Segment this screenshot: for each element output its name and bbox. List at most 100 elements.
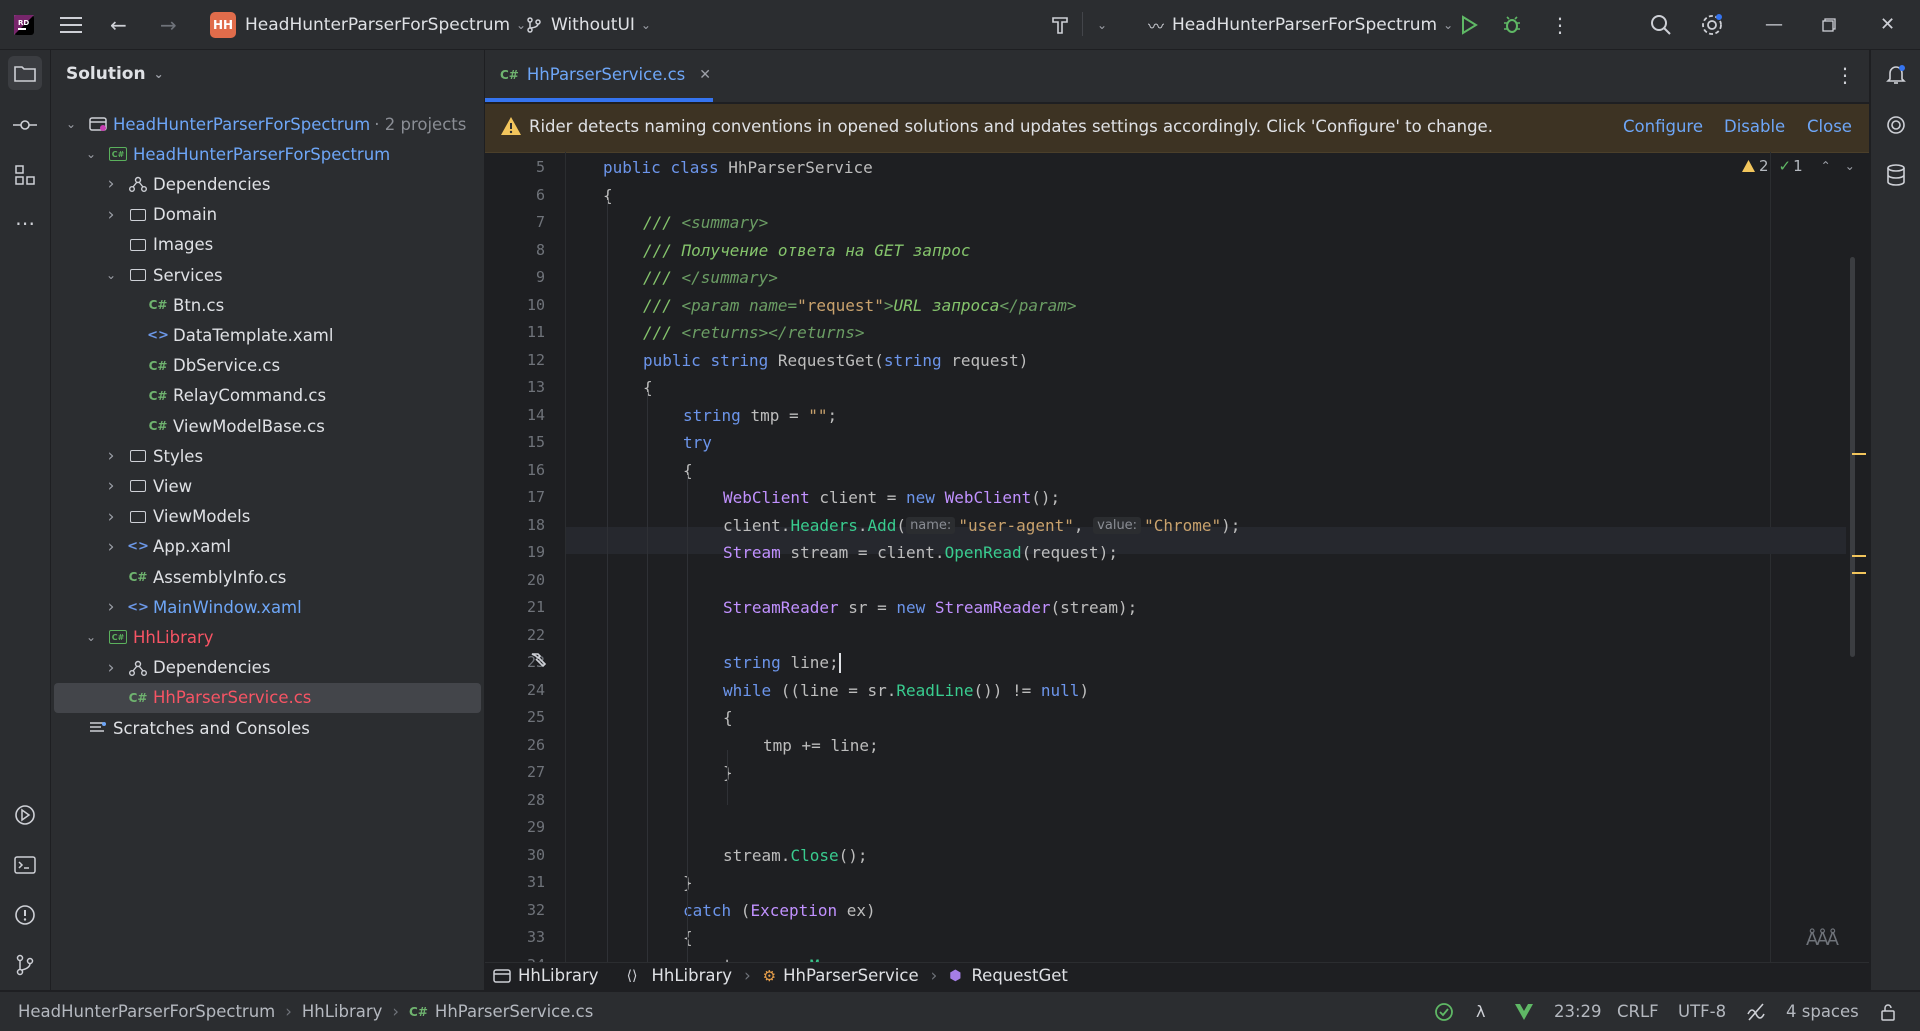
tree-item[interactable]: › Dependencies [54, 169, 481, 199]
notifications-bell-icon[interactable] [1879, 58, 1913, 92]
chevron-right-icon[interactable]: › [104, 537, 118, 557]
code-editor[interactable]: 5 public class HhParserService 6 {7 /// <sum… [485, 152, 1869, 962]
tree-item[interactable]: › <> App.xaml [54, 532, 481, 562]
chevron-right-icon[interactable]: › [104, 507, 118, 527]
cursor-position[interactable]: 23:29 [1554, 992, 1602, 1031]
warning-stripe-marker[interactable] [1852, 555, 1866, 557]
inspection-widget[interactable]: 2 ✓ 1 ⌃ ⌄ [1741, 157, 1855, 175]
git-icon[interactable] [8, 948, 42, 982]
tree-item[interactable]: › <> MainWindow.xaml [54, 592, 481, 622]
line-number: 8 [535, 240, 545, 259]
tree-item[interactable]: C# HhParserService.cs [54, 682, 481, 713]
tree-item[interactable]: ⌄ C# HhLibrary [54, 622, 481, 652]
tree-item[interactable]: ⌄ HeadHunterParserForSpectrum · 2 project… [54, 109, 481, 139]
tab-hhparserservice[interactable]: C# HhParserService.cs ✕ [485, 50, 713, 102]
chevron-right-icon[interactable]: › [104, 174, 118, 194]
tree-item[interactable]: C# DbService.cs [54, 351, 481, 381]
run-tool-icon[interactable] [8, 798, 42, 832]
minimize-icon[interactable]: — [1765, 0, 1783, 49]
path-project[interactable]: HeadHunterParserForSpectrum [18, 1002, 275, 1021]
chevron-down-icon[interactable]: ⌄ [1097, 0, 1107, 49]
warning-stripe-marker[interactable] [1852, 453, 1866, 455]
file-encoding[interactable]: UTF-8 [1678, 992, 1726, 1031]
tree-item[interactable]: › ViewModels [54, 502, 481, 532]
more-tools-icon[interactable]: ⋯ [8, 206, 42, 240]
path-library[interactable]: HhLibrary [302, 1002, 383, 1021]
commit-icon[interactable] [8, 108, 42, 142]
tree-item[interactable]: › View [54, 471, 481, 501]
chevron-down-icon[interactable]: ⌄ [104, 268, 118, 282]
tree-item[interactable]: C# AssemblyInfo.cs [54, 562, 481, 592]
solution-dropdown[interactable]: Solution ⌄ [66, 64, 164, 84]
tree-item[interactable]: C# ViewModelBase.cs [54, 411, 481, 441]
breadcrumb-method[interactable]: RequestGet [971, 966, 1067, 985]
rider-logo-icon[interactable]: RD [12, 0, 36, 49]
tree-item[interactable]: › Styles [54, 441, 481, 471]
tab-label: HhParserService.cs [526, 65, 686, 84]
line-ending[interactable]: CRLF [1617, 992, 1659, 1031]
vertical-scrollbar[interactable] [1850, 257, 1855, 657]
lambda-icon[interactable]: λ [1476, 992, 1485, 1031]
configure-link[interactable]: Configure [1623, 117, 1703, 136]
debug-icon[interactable] [1502, 0, 1522, 49]
breadcrumb-namespace[interactable]: HhLibrary [652, 966, 733, 985]
chevron-right-icon[interactable]: › [104, 658, 118, 678]
build-hammer-icon[interactable] [1050, 0, 1072, 49]
structure-icon[interactable] [8, 158, 42, 192]
read-only-lock-icon[interactable] [1880, 992, 1898, 1031]
chevron-right-icon[interactable]: › [104, 597, 118, 617]
search-icon[interactable] [1650, 0, 1672, 49]
more-actions-icon[interactable]: ⋮ [1550, 0, 1570, 49]
breadcrumb-project[interactable]: HhLibrary [493, 966, 599, 985]
warning-stripe-marker[interactable] [1852, 572, 1866, 574]
chevron-down-icon[interactable]: ⌄ [84, 147, 98, 161]
code-token: <param name= [681, 295, 798, 315]
next-highlight-icon[interactable]: ⌄ [1845, 159, 1855, 173]
project-switcher[interactable]: HH HeadHunterParserForSpectrum ⌄ [210, 0, 526, 49]
code-line: catch (Exception ex) [683, 897, 876, 924]
tab-options-icon[interactable]: ⋮ [1835, 63, 1855, 87]
close-tab-icon[interactable]: ✕ [699, 67, 711, 83]
build-hammer-gutter-icon[interactable] [529, 651, 547, 673]
tree-item[interactable]: C# Btn.cs [54, 290, 481, 320]
vue-icon[interactable] [1514, 992, 1534, 1031]
run-config-selector[interactable]: 〰 HeadHunterParserForSpectrum ⌄ [1148, 0, 1453, 49]
settings-gear-icon[interactable] [1700, 0, 1724, 49]
run-icon[interactable] [1460, 0, 1478, 49]
tree-item[interactable]: ⌄ C# HeadHunterParserForSpectrum [54, 139, 481, 169]
terminal-icon[interactable] [8, 848, 42, 882]
close-window-icon[interactable]: ✕ [1880, 0, 1895, 49]
chevron-right-icon[interactable]: › [104, 205, 118, 225]
main-menu-icon[interactable] [60, 0, 82, 49]
chevron-right-icon[interactable]: › [104, 446, 118, 466]
tree-item[interactable]: Scratches and Consoles [54, 713, 481, 743]
csharp-file-icon: C# [148, 298, 168, 313]
ai-assistant-icon[interactable] [1879, 108, 1913, 142]
chevron-right-icon[interactable]: › [104, 476, 118, 496]
problems-icon[interactable] [8, 898, 42, 932]
branch-switcher[interactable]: WithoutUI ⌄ [525, 0, 651, 49]
forward-arrow-icon[interactable]: → [160, 0, 177, 49]
tree-item[interactable]: › Domain [54, 200, 481, 230]
disable-link[interactable]: Disable [1724, 117, 1785, 136]
tree-item[interactable]: Images [54, 230, 481, 260]
close-banner-link[interactable]: Close [1807, 117, 1852, 136]
tree-item[interactable]: <> DataTemplate.xaml [54, 320, 481, 350]
tree-item[interactable]: C# RelayCommand.cs [54, 381, 481, 411]
tree-item[interactable]: ⌄ Services [54, 260, 481, 290]
tree-item[interactable]: › Dependencies [54, 653, 481, 683]
back-arrow-icon[interactable]: ← [110, 0, 127, 49]
restore-icon[interactable] [1822, 0, 1836, 49]
chevron-down-icon[interactable]: ⌄ [64, 117, 78, 131]
chevron-down-icon[interactable]: ⌄ [84, 630, 98, 644]
breadcrumb-class[interactable]: HhParserService [783, 966, 918, 985]
reader-mode-icon[interactable]: ÅÅÅ [1806, 929, 1839, 950]
indent-setting[interactable]: 4 spaces [1786, 992, 1859, 1031]
path-file[interactable]: HhParserService.cs [435, 1002, 593, 1021]
database-icon[interactable] [1879, 158, 1913, 192]
project-folder-icon[interactable] [8, 56, 42, 90]
no-inspections-icon[interactable] [1746, 992, 1766, 1031]
inspection-ok-icon[interactable] [1434, 992, 1454, 1031]
previous-highlight-icon[interactable]: ⌃ [1821, 159, 1831, 173]
code-token: try [683, 433, 712, 452]
